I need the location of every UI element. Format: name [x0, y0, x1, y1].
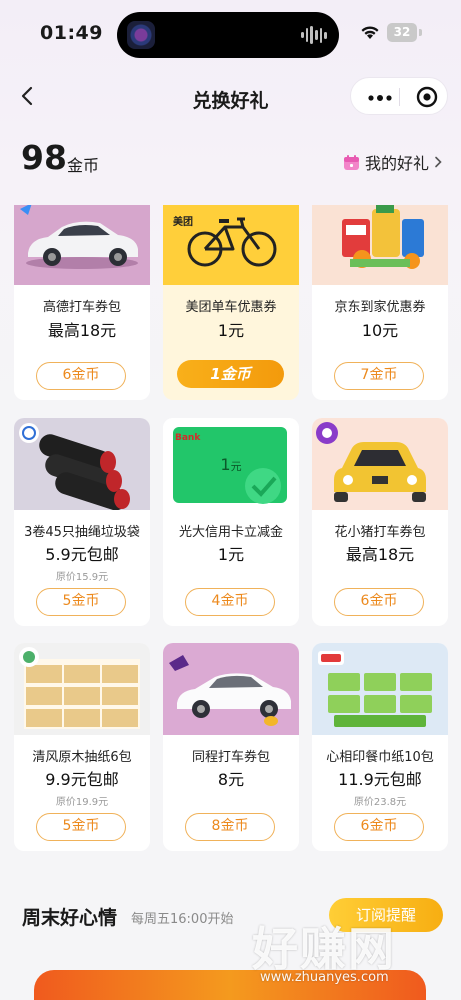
coin-unit-label: 金币 — [67, 156, 100, 175]
card-original-price: 原价15.9元 — [55, 572, 109, 583]
card-name: 同程打车券包 — [191, 750, 270, 765]
gift-card-xinxiangyin[interactable]: 心相印餐巾纸10包 11.9元包邮 原价23.8元 6金币 — [312, 643, 448, 851]
gift-card-meituan[interactable]: 美团 冬季 美团单车优惠券 1元 1金币 — [163, 205, 299, 400]
gift-card-tongcheng[interactable]: 同程打车券包 8元 8金币 — [163, 643, 299, 851]
gift-card-gaode[interactable]: 高德打车券包 最高18元 6金币 — [14, 205, 150, 400]
gift-card-qingfeng[interactable]: 清风原木抽纸6包 9.9元包邮 原价19.9元 5金币 — [14, 643, 150, 851]
more-dots-icon[interactable] — [368, 95, 392, 101]
gaode-car-image — [14, 205, 150, 285]
my-gifts-link[interactable]: 我的好礼 — [343, 150, 443, 174]
dynamic-island — [117, 12, 339, 58]
redeem-button[interactable]: 5金币 — [36, 813, 126, 841]
my-gifts-label: 我的好礼 — [365, 154, 430, 173]
gift-grid[interactable]: 高德打车券包 最高18元 6金币 美团 冬季 美团单车优惠券 1元 1金币 — [0, 205, 461, 865]
coin-balance: 98 — [21, 138, 67, 177]
card-image-unit: 元 — [230, 460, 242, 473]
card-name: 花小猪打车券包 — [334, 525, 426, 540]
tongcheng-car-image — [163, 643, 299, 735]
card-image-value: 1元 — [163, 455, 299, 474]
close-target-icon[interactable] — [416, 86, 438, 108]
card-name: 清风原木抽纸6包 — [32, 750, 132, 765]
card-price: 10元 — [361, 321, 399, 340]
card-original-price: 原价19.9元 — [55, 797, 109, 808]
nav-bar: 兑换好礼 — [0, 70, 461, 125]
redeem-button[interactable]: 6金币 — [36, 362, 126, 390]
mini-program-capsule — [350, 77, 448, 115]
card-name: 美团单车优惠券 — [185, 300, 277, 315]
redeem-button[interactable]: 4金币 — [185, 588, 275, 616]
gift-card-cebbank[interactable]: Bank 1元 光大信用卡立减金 1元 4金币 — [163, 418, 299, 626]
card-price: 1元 — [217, 321, 245, 340]
redeem-button[interactable]: 8金币 — [185, 813, 275, 841]
card-name: 心相印餐巾纸10包 — [326, 750, 434, 765]
card-price: 5.9元包邮 — [45, 545, 119, 564]
gift-card-trashbags[interactable]: 3卷45只抽绳垃圾袋 5.9元包邮 原价15.9元 5金币 — [14, 418, 150, 626]
battery-tip — [419, 29, 422, 36]
wifi-icon — [361, 26, 379, 39]
card-price: 8元 — [217, 770, 245, 789]
watermark-url: www.zhuanyes.com — [260, 970, 389, 985]
huaxiaozhu-car-image — [312, 418, 448, 510]
tissue-box-image — [14, 643, 150, 735]
status-bar: 01:49 32 — [0, 0, 461, 70]
card-price: 最高18元 — [345, 545, 415, 564]
card-name: 3卷45只抽绳垃圾袋 — [24, 525, 140, 540]
site-watermark: 好赚网 www.zhuanyes.com — [252, 913, 452, 998]
jd-groceries-image — [312, 205, 448, 285]
redeem-button[interactable]: 6金币 — [334, 588, 424, 616]
redeem-button[interactable]: 6金币 — [334, 813, 424, 841]
card-name: 高德打车券包 — [42, 300, 121, 315]
gift-card-huaxiaozhu[interactable]: 花小猪打车券包 最高18元 6金币 — [312, 418, 448, 626]
audio-wave-icon — [301, 26, 328, 44]
bank-brand-text: Bank — [175, 433, 201, 443]
card-price: 9.9元包邮 — [45, 770, 119, 789]
weekend-section-subtitle: 每周五16:00开始 — [131, 912, 234, 927]
meituan-brand-text: 美团 — [173, 217, 193, 228]
gift-icon — [344, 154, 359, 170]
redeem-button[interactable]: 7金币 — [334, 362, 424, 390]
battery-indicator: 32 — [387, 23, 417, 42]
status-time: 01:49 — [40, 22, 103, 44]
trash-bags-image — [14, 418, 150, 510]
capsule-divider — [399, 88, 400, 106]
card-price: 11.9元包邮 — [338, 770, 422, 789]
gift-card-jd[interactable]: 京东到家优惠券 10元 7金币 — [312, 205, 448, 400]
card-name: 京东到家优惠券 — [334, 300, 426, 315]
card-price: 最高18元 — [47, 321, 117, 340]
chevron-right-icon — [435, 156, 442, 168]
redeem-button-active[interactable]: 1金币 — [177, 360, 284, 388]
card-price: 1元 — [217, 545, 245, 564]
card-image-amount: 1 — [220, 455, 231, 474]
card-name: 光大信用卡立减金 — [178, 525, 283, 540]
redeem-button[interactable]: 5金币 — [36, 588, 126, 616]
weekend-section-title: 周末好心情 — [22, 907, 118, 929]
napkin-pack-image — [312, 643, 448, 735]
music-app-icon — [127, 21, 155, 49]
card-original-price: 原价23.8元 — [353, 797, 407, 808]
